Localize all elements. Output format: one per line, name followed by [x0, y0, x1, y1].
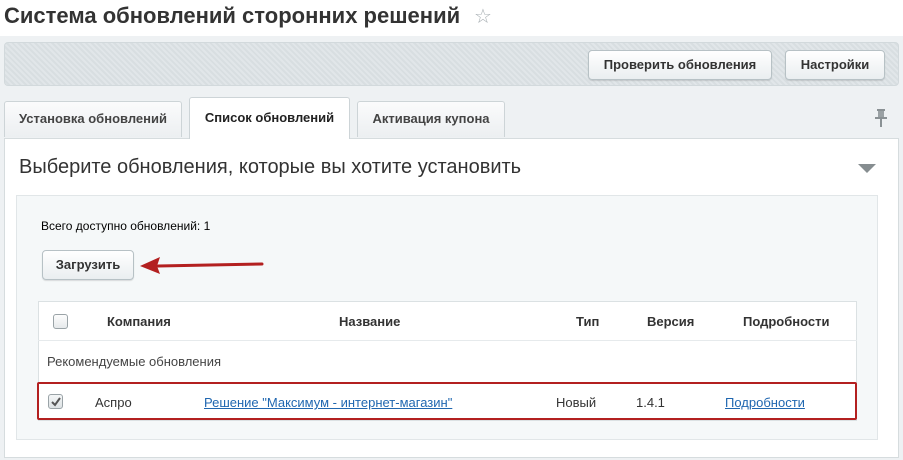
column-header-version[interactable]: Версия [647, 314, 694, 329]
tab-updates-list[interactable]: Список обновлений [189, 97, 350, 139]
arrow-annotation-icon [140, 257, 264, 274]
settings-button[interactable]: Настройки [785, 50, 885, 80]
panel-heading: Выберите обновления, которые вы хотите у… [19, 156, 522, 178]
collapse-arrow-icon[interactable] [858, 164, 876, 173]
column-header-details: Подробности [743, 314, 830, 329]
column-header-type[interactable]: Тип [576, 314, 599, 329]
pin-icon[interactable] [873, 108, 889, 128]
details-link[interactable]: Подробности [725, 395, 805, 410]
checkmark-icon [51, 397, 61, 407]
column-header-company[interactable]: Компания [107, 314, 171, 329]
load-button[interactable]: Загрузить [42, 250, 134, 280]
solution-name-link[interactable]: Решение "Максимум - интернет-магазин" [204, 395, 452, 410]
cell-type: Новый [556, 395, 597, 410]
tab-coupon-activation[interactable]: Активация купона [357, 101, 505, 137]
check-updates-button[interactable]: Проверить обновления [588, 50, 772, 80]
cell-company: Аспро [95, 395, 132, 410]
total-updates-label: Всего доступно обновлений: 1 [41, 219, 211, 233]
select-all-checkbox[interactable] [53, 314, 68, 329]
star-icon[interactable]: ☆ [474, 4, 492, 29]
column-header-name[interactable]: Название [339, 314, 400, 329]
row-checkbox[interactable] [48, 394, 63, 409]
page-title: Система обновлений сторонних решений [4, 3, 461, 28]
tab-install-updates[interactable]: Установка обновлений [4, 101, 182, 137]
cell-version: 1.4.1 [636, 395, 665, 410]
group-label: Рекомендуемые обновления [47, 354, 222, 369]
